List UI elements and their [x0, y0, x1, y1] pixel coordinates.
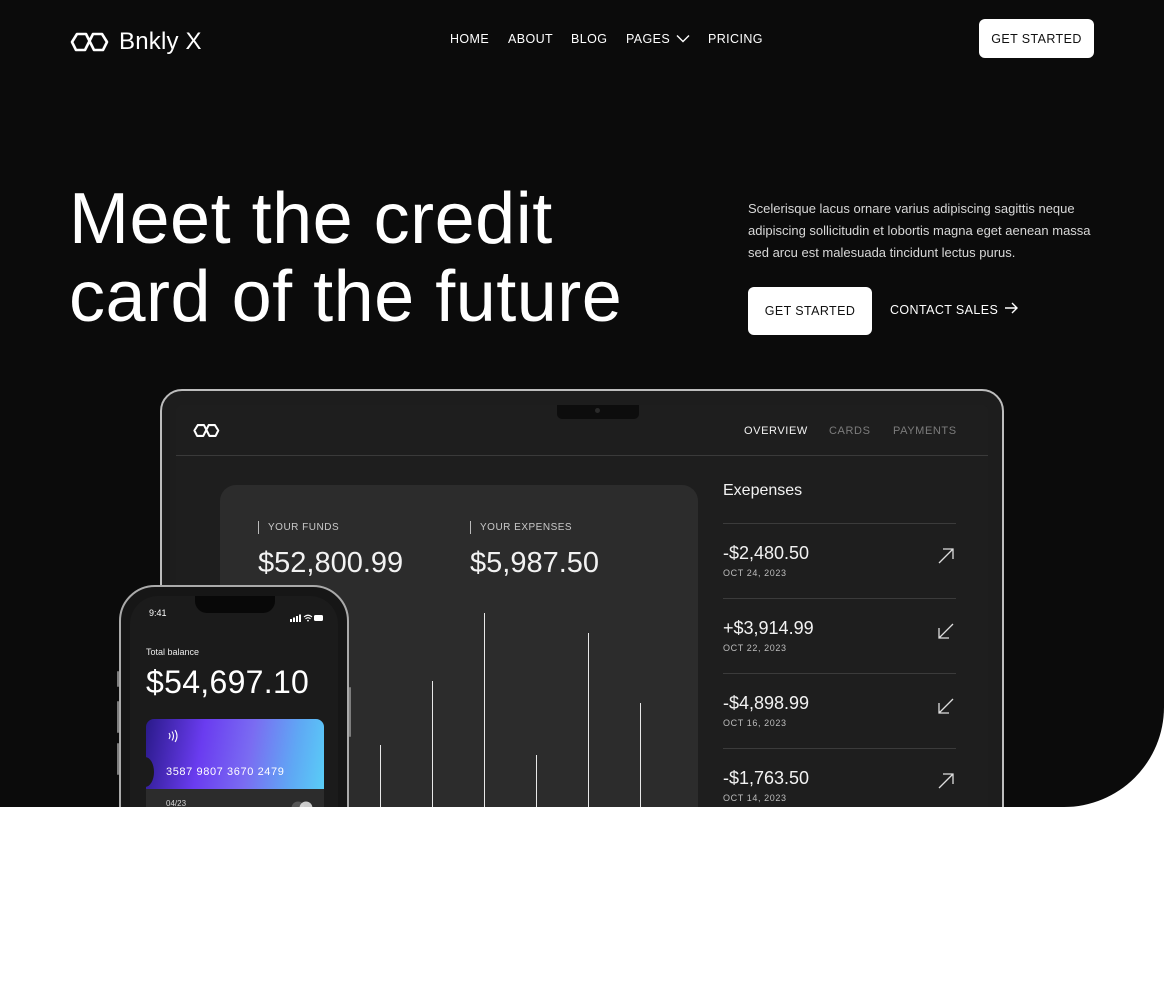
nav-pricing-link[interactable]: PRICING — [708, 32, 763, 46]
card-number: 3587 9807 3670 2479 — [166, 766, 285, 778]
app-logo-icon[interactable] — [192, 423, 220, 443]
header-divider — [176, 455, 988, 456]
transaction-date: OCT 16, 2023 — [723, 718, 787, 728]
arrow-down-left-icon — [938, 623, 954, 639]
arrow-up-right-icon — [938, 773, 954, 789]
contact-sales-label: CONTACT SALES — [890, 302, 999, 317]
transaction-date: OCT 22, 2023 — [723, 643, 787, 653]
nav-about-link[interactable]: ABOUT — [508, 32, 553, 46]
hero-headline: Meet the credit card of the future — [69, 180, 709, 336]
transaction-row[interactable]: +$3,914.99 OCT 22, 2023 — [723, 598, 956, 673]
transaction-row[interactable]: -$1,763.50 OCT 14, 2023 — [723, 748, 956, 807]
funds-stat: YOUR FUNDS $52,800.99 — [258, 521, 403, 580]
mastercard-icon — [289, 801, 315, 807]
headline-line-1: Meet the credit — [69, 179, 553, 259]
tab-payments[interactable]: PAYMENTS — [893, 425, 957, 437]
arrow-right-icon — [1004, 302, 1019, 317]
infinity-hexagon-logo-icon — [69, 31, 109, 53]
transaction-row[interactable]: -$4,898.99 OCT 16, 2023 — [723, 673, 956, 748]
phone-mockup: 9:41 Total balance $54,697.10 3587 9807 … — [117, 585, 351, 807]
balance-label: Total balance — [146, 647, 200, 657]
expenses-title: Exepenses — [723, 482, 803, 499]
arrow-up-right-icon — [938, 548, 954, 564]
hero-get-started-button[interactable]: GET STARTED — [748, 287, 872, 335]
transaction-amount: -$2,480.50 — [723, 543, 810, 563]
transaction-amount: +$3,914.99 — [723, 618, 814, 638]
tab-cards[interactable]: CARDS — [829, 425, 871, 437]
card-expiry: 04/23 — [166, 799, 187, 807]
expenses-value: $5,987.50 — [470, 547, 600, 579]
nav-home-link[interactable]: HOME — [450, 32, 489, 46]
expenses-label: YOUR EXPENSES — [470, 521, 599, 534]
camera-notch — [557, 405, 639, 419]
signal-wifi-battery-icon — [290, 609, 324, 627]
phone-side-button — [349, 687, 351, 737]
brand-name: Bnkly X — [119, 28, 202, 55]
card-notch — [146, 757, 154, 787]
phone-screen: 9:41 Total balance $54,697.10 3587 9807 … — [130, 596, 338, 807]
transaction-date: OCT 24, 2023 — [723, 568, 787, 578]
nav-get-started-button[interactable]: GET STARTED — [979, 19, 1094, 58]
funds-label: YOUR FUNDS — [258, 521, 403, 534]
nav-pages-label: PAGES — [626, 32, 671, 46]
transaction-date: OCT 14, 2023 — [723, 793, 787, 803]
nav-blog-link[interactable]: BLOG — [571, 32, 607, 46]
chart-bar — [484, 613, 485, 807]
contact-sales-link[interactable]: CONTACT SALES — [890, 302, 1019, 317]
transactions-list: -$2,480.50 OCT 24, 2023 +$3,914.99 OCT 2… — [723, 523, 956, 807]
phone-side-button — [117, 743, 119, 775]
credit-card[interactable]: 3587 9807 3670 2479 04/23 — [146, 719, 324, 807]
arrow-down-left-icon — [938, 698, 954, 714]
phone-side-button — [117, 671, 119, 687]
transaction-row[interactable]: -$2,480.50 OCT 24, 2023 — [723, 523, 956, 598]
hero-section: Bnkly X HOME ABOUT BLOG PAGES PRICING GE… — [0, 0, 1164, 807]
hero-description: Scelerisque lacus ornare varius adipisci… — [748, 201, 1091, 260]
expenses-stat: YOUR EXPENSES $5,987.50 — [470, 521, 599, 580]
chart-bar — [588, 633, 589, 807]
transaction-amount: -$1,763.50 — [723, 768, 810, 788]
dynamic-island — [195, 596, 275, 613]
chart-bar — [640, 703, 641, 807]
tab-overview[interactable]: OVERVIEW — [744, 425, 808, 437]
chevron-down-icon — [676, 32, 690, 46]
nav-pages-dropdown[interactable]: PAGES — [626, 32, 690, 46]
funds-value: $52,800.99 — [258, 547, 404, 579]
chart-bar — [432, 681, 433, 807]
balance-value: $54,697.10 — [146, 664, 310, 700]
headline-line-2: card of the future — [69, 257, 623, 337]
transaction-amount: -$4,898.99 — [723, 693, 810, 713]
status-time: 9:41 — [149, 608, 167, 618]
contactless-icon — [166, 729, 180, 748]
phone-side-button — [117, 701, 119, 733]
chart-bar — [536, 755, 537, 807]
chart-bar — [380, 745, 381, 807]
brand-logo[interactable]: Bnkly X — [69, 28, 202, 56]
